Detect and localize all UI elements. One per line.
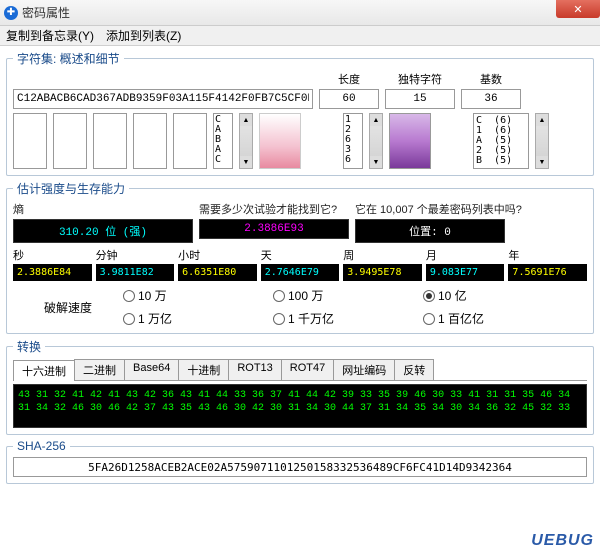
char-list-b[interactable]: 1 2 6 3 6 [343, 113, 363, 169]
trials-label: 需要多少次试验才能找到它? [199, 201, 349, 217]
time-label-0: 秒 [13, 247, 92, 263]
time-label-3: 天 [261, 247, 340, 263]
preview-box-2 [53, 113, 87, 169]
scrollbar-b[interactable]: ▲▼ [369, 113, 383, 169]
gradient-purple [389, 113, 431, 169]
time-value-1: 3.9811E82 [96, 264, 175, 281]
crack-speed-label: 破解速度 [13, 299, 123, 316]
time-value-0: 2.3886E84 [13, 264, 92, 281]
watermark: UEBUG [531, 532, 594, 550]
tab-0[interactable]: 十六进制 [13, 360, 75, 381]
entropy-label: 熵 [13, 201, 193, 217]
charset-group: 字符集: 概述和细节 长度 独特字符 基数 C A B A C ▲▼ 1 2 6… [6, 50, 594, 176]
tab-2[interactable]: Base64 [124, 359, 179, 380]
length-field[interactable] [319, 89, 379, 109]
crack-radio-3[interactable]: 1 万亿 [123, 310, 273, 327]
scrollbar-c[interactable]: ▲▼ [535, 113, 549, 169]
tab-1[interactable]: 二进制 [74, 359, 125, 380]
preview-box-1 [13, 113, 47, 169]
transform-legend: 转换 [13, 338, 45, 355]
unique-field[interactable] [385, 89, 455, 109]
window-title: 密码属性 [22, 4, 70, 21]
inlist-label: 它在 10,007 个最差密码列表中吗? [355, 201, 522, 217]
time-label-4: 周 [343, 247, 422, 263]
trials-value: 2.3886E93 [199, 219, 349, 239]
time-value-4: 3.9495E78 [343, 264, 422, 281]
crack-radio-1[interactable]: 100 万 [273, 287, 423, 304]
preview-box-5 [173, 113, 207, 169]
transform-tabs: 十六进制二进制Base64十进制ROT13ROT47网址编码反转 [13, 359, 587, 381]
tab-5[interactable]: ROT47 [281, 359, 334, 380]
menubar: 复制到备忘录(Y) 添加到列表(Z) [0, 26, 600, 46]
estimate-legend: 估计强度与生存能力 [13, 180, 129, 197]
time-value-3: 2.7646E79 [261, 264, 340, 281]
app-icon: ✚ [4, 6, 18, 20]
inlist-value: 位置: 0 [355, 219, 505, 243]
time-label-5: 月 [426, 247, 505, 263]
crack-radio-5[interactable]: 1 百亿亿 [423, 310, 573, 327]
time-value-2: 6.6351E80 [178, 264, 257, 281]
base-label: 基数 [480, 71, 502, 87]
sha-group: SHA-256 [6, 439, 594, 484]
time-value-6: 7.5691E76 [508, 264, 587, 281]
hash-input[interactable] [13, 89, 313, 109]
crack-radio-2[interactable]: 10 亿 [423, 287, 573, 304]
titlebar: ✚ 密码属性 ✕ [0, 0, 600, 26]
close-button[interactable]: ✕ [556, 0, 600, 18]
hex-output[interactable]: 43 31 32 41 42 41 43 42 36 43 41 44 33 3… [13, 384, 587, 428]
time-label-2: 小时 [178, 247, 257, 263]
unique-label: 独特字符 [398, 71, 442, 87]
base-field[interactable] [461, 89, 521, 109]
sha-value[interactable] [13, 457, 587, 477]
tab-7[interactable]: 反转 [394, 359, 434, 380]
charset-legend: 字符集: 概述和细节 [13, 50, 124, 67]
entropy-value: 310.20 位 (强) [13, 219, 193, 243]
preview-box-3 [93, 113, 127, 169]
time-label-1: 分钟 [96, 247, 175, 263]
tab-3[interactable]: 十进制 [178, 359, 229, 380]
menu-add[interactable]: 添加到列表(Z) [106, 27, 181, 44]
time-grid: 秒2.3886E84分钟3.9811E82小时6.6351E80天2.7646E… [13, 247, 587, 281]
sha-legend: SHA-256 [13, 439, 70, 453]
tab-4[interactable]: ROT13 [228, 359, 281, 380]
gradient-pink [259, 113, 301, 169]
transform-group: 转换 十六进制二进制Base64十进制ROT13ROT47网址编码反转 43 3… [6, 338, 594, 435]
tab-6[interactable]: 网址编码 [333, 359, 395, 380]
time-label-6: 年 [508, 247, 587, 263]
crack-radio-0[interactable]: 10 万 [123, 287, 273, 304]
crack-radio-4[interactable]: 1 千万亿 [273, 310, 423, 327]
char-pair-list[interactable]: C (6) 1 (6) A (5) 2 (5) B (5) [473, 113, 529, 169]
char-list-a[interactable]: C A B A C [213, 113, 233, 169]
preview-box-4 [133, 113, 167, 169]
crack-speed-radios: 10 万100 万10 亿 1 万亿1 千万亿1 百亿亿 [123, 287, 573, 327]
length-label: 长度 [338, 71, 360, 87]
estimate-group: 估计强度与生存能力 熵 310.20 位 (强) 需要多少次试验才能找到它? 2… [6, 180, 594, 334]
scrollbar-a[interactable]: ▲▼ [239, 113, 253, 169]
menu-copy[interactable]: 复制到备忘录(Y) [6, 27, 94, 44]
time-value-5: 9.083E77 [426, 264, 505, 281]
